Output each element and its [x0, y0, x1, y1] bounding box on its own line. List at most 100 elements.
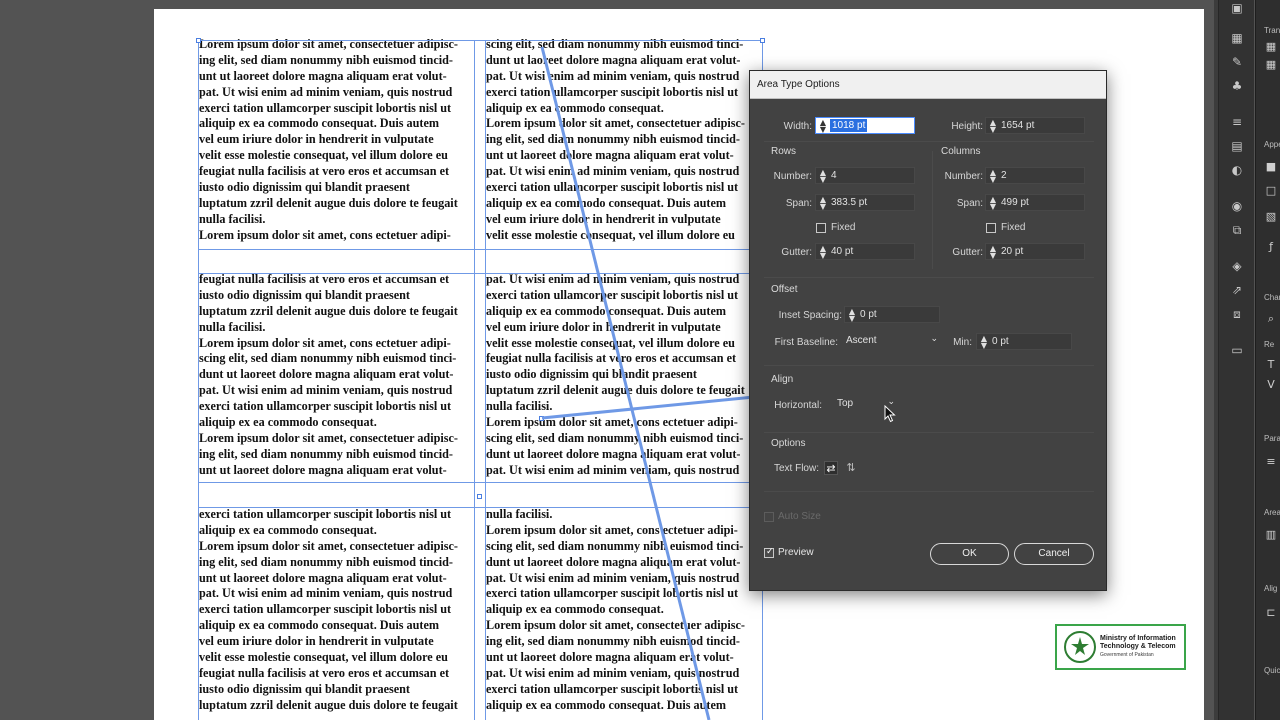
rows-gutter-value: 40 pt	[831, 246, 854, 257]
rows-number-value: 4	[831, 170, 837, 181]
inset-spacing-field[interactable]: ▲ ▼ 0 pt	[844, 306, 940, 323]
stepper-arrows-icon[interactable]: ▲ ▼	[989, 169, 997, 184]
stroke-swatch-icon[interactable]: □	[1264, 184, 1278, 198]
stepper-arrows-icon[interactable]: ▲ ▼	[980, 335, 988, 350]
stepper-arrows-icon[interactable]: ▲ ▼	[989, 196, 997, 211]
transparency-icon[interactable]: ◐	[1229, 162, 1245, 178]
panel-icon-column: ▣ ▦ ✎ ♣ ≡ ▤ ◐ ◉ ⧉ ◈ ⇗ ⧈ ▭	[1218, 0, 1254, 720]
min-field[interactable]: ▲ ▼ 0 pt	[976, 333, 1072, 350]
width-label: Width:	[783, 121, 812, 132]
panel-label-character[interactable]: Char	[1264, 293, 1280, 302]
min-label: Min:	[953, 337, 972, 348]
panel-label-align[interactable]: Alig	[1264, 584, 1277, 593]
columns-number-value: 2	[1001, 170, 1007, 181]
section-divider	[764, 432, 1094, 433]
first-baseline-label: First Baseline:	[774, 337, 838, 348]
panel-label-area-type[interactable]: Area	[1264, 508, 1280, 517]
rows-heading: Rows	[771, 146, 797, 157]
area-type-icon[interactable]: ▥	[1264, 528, 1278, 542]
stepper-arrows-icon[interactable]: ▲ ▼	[848, 308, 856, 323]
rows-gutter-field[interactable]: ▲ ▼ 40 pt	[815, 243, 915, 260]
grid-icon[interactable]: ▦	[1264, 40, 1278, 54]
height-value: 1654 pt	[1001, 120, 1035, 131]
symbols-icon[interactable]: ♣	[1229, 78, 1245, 94]
panel-label-appearance[interactable]: Appe	[1264, 140, 1280, 149]
export-icon[interactable]: ⇗	[1229, 282, 1245, 298]
gradient-icon[interactable]: ▤	[1229, 138, 1245, 154]
layers-icon[interactable]: ▣	[1229, 0, 1245, 16]
checkmark-icon: ✓	[766, 547, 774, 557]
height-field[interactable]: ▲ ▼ 1654 pt	[985, 117, 1085, 134]
first-baseline-dropdown[interactable]: Ascent ⌄	[846, 333, 940, 350]
panel-label-quick-actions[interactable]: Quic	[1264, 666, 1280, 675]
area-type-options-dialog: Area Type Options Width: ▲ ▼ 1018 pt Heig…	[749, 70, 1107, 591]
cancel-button[interactable]: Cancel	[1014, 543, 1094, 565]
columns-span-label: Span:	[956, 198, 983, 209]
width-value: 1018 pt	[830, 119, 868, 132]
dialog-titlebar[interactable]: Area Type Options	[750, 71, 1106, 99]
section-divider	[764, 277, 1094, 278]
mouse-pointer-icon	[884, 405, 896, 423]
rows-span-value: 383.5 pt	[831, 197, 868, 208]
libraries-icon[interactable]: ▦	[1229, 30, 1245, 46]
columns-number-label: Number:	[944, 171, 983, 182]
section-divider	[764, 365, 1094, 366]
fx-icon[interactable]: ƒ	[1264, 240, 1278, 254]
columns-fixed-label: Fixed	[1001, 222, 1026, 233]
opacity-icon[interactable]: ▧	[1264, 210, 1278, 224]
government-emblem-icon	[1064, 631, 1096, 663]
ok-button[interactable]: OK	[930, 543, 1009, 565]
rows-number-field[interactable]: ▲ ▼ 4	[815, 167, 915, 184]
panel-label-font[interactable]: Re	[1264, 340, 1274, 349]
brush-icon[interactable]: ✎	[1229, 54, 1245, 70]
columns-gutter-value: 20 pt	[1001, 246, 1024, 257]
layers-stack-icon[interactable]: ◈	[1229, 258, 1245, 274]
section-divider	[764, 141, 1094, 142]
rows-gutter-label: Gutter:	[781, 247, 812, 258]
artboards-icon[interactable]: ⧈	[1229, 306, 1245, 322]
stepper-arrows-icon[interactable]: ▲ ▼	[819, 119, 827, 134]
inset-spacing-value: 0 pt	[860, 309, 877, 320]
columns-span-value: 499 pt	[1001, 197, 1029, 208]
stepper-arrows-icon[interactable]: ▲ ▼	[819, 196, 827, 211]
columns-gutter-field[interactable]: ▲ ▼ 20 pt	[985, 243, 1085, 260]
options-heading: Options	[771, 438, 806, 449]
paragraph-align-icon[interactable]: ≡	[1264, 455, 1278, 469]
preview-checkbox[interactable]: ✓	[764, 547, 774, 558]
preview-label: Preview	[778, 547, 814, 558]
stepper-arrows-icon[interactable]: ▲ ▼	[989, 119, 997, 134]
comments-icon[interactable]: ▭	[1229, 342, 1245, 358]
rows-span-field[interactable]: ▲ ▼ 383.5 pt	[815, 194, 915, 211]
first-baseline-value: Ascent	[846, 335, 877, 346]
horizontal-align-label: Horizontal:	[774, 400, 822, 411]
panel-label-transform[interactable]: Tran	[1264, 26, 1280, 35]
search-icon[interactable]: ⌕	[1264, 312, 1278, 326]
dialog-title: Area Type Options	[757, 79, 840, 90]
text-flow-label: Text Flow:	[773, 463, 819, 474]
properties-panel-collapsed: Tran ▦ ▦ Appe ■ □ ▧ ƒ Char ⌕ Re T V Para…	[1255, 0, 1280, 720]
stepper-arrows-icon[interactable]: ▲ ▼	[989, 245, 997, 260]
rows-span-label: Span:	[785, 198, 812, 209]
stepper-arrows-icon[interactable]: ▲ ▼	[819, 169, 827, 184]
appearance-icon[interactable]: ◉	[1229, 198, 1245, 214]
align-icon[interactable]: ≡	[1229, 114, 1245, 130]
panel-label-paragraph[interactable]: Para	[1264, 434, 1280, 443]
rows-fixed-label: Fixed	[831, 222, 856, 233]
align-objects-icon[interactable]: ⊏	[1264, 606, 1278, 620]
columns-span-field[interactable]: ▲ ▼ 499 pt	[985, 194, 1085, 211]
text-flow-by-rows-icon[interactable]: ⇄	[824, 461, 838, 475]
stepper-arrows-icon[interactable]: ▲ ▼	[819, 245, 827, 260]
columns-heading: Columns	[941, 146, 981, 157]
graphic-styles-icon[interactable]: ⧉	[1229, 222, 1245, 238]
inset-spacing-label: Inset Spacing:	[778, 310, 842, 321]
offset-heading: Offset	[771, 284, 798, 295]
width-field[interactable]: ▲ ▼ 1018 pt	[815, 117, 915, 134]
grid-icon-2[interactable]: ▦	[1264, 58, 1278, 72]
columns-number-field[interactable]: ▲ ▼ 2	[985, 167, 1085, 184]
type-size-icon[interactable]: T	[1264, 358, 1278, 372]
type-tracking-icon[interactable]: V	[1264, 378, 1278, 392]
rows-fixed-checkbox[interactable]	[816, 223, 826, 233]
text-flow-by-columns-icon[interactable]: ⇅	[844, 461, 858, 475]
fill-swatch-icon[interactable]: ■	[1264, 160, 1278, 174]
columns-fixed-checkbox[interactable]	[986, 223, 996, 233]
